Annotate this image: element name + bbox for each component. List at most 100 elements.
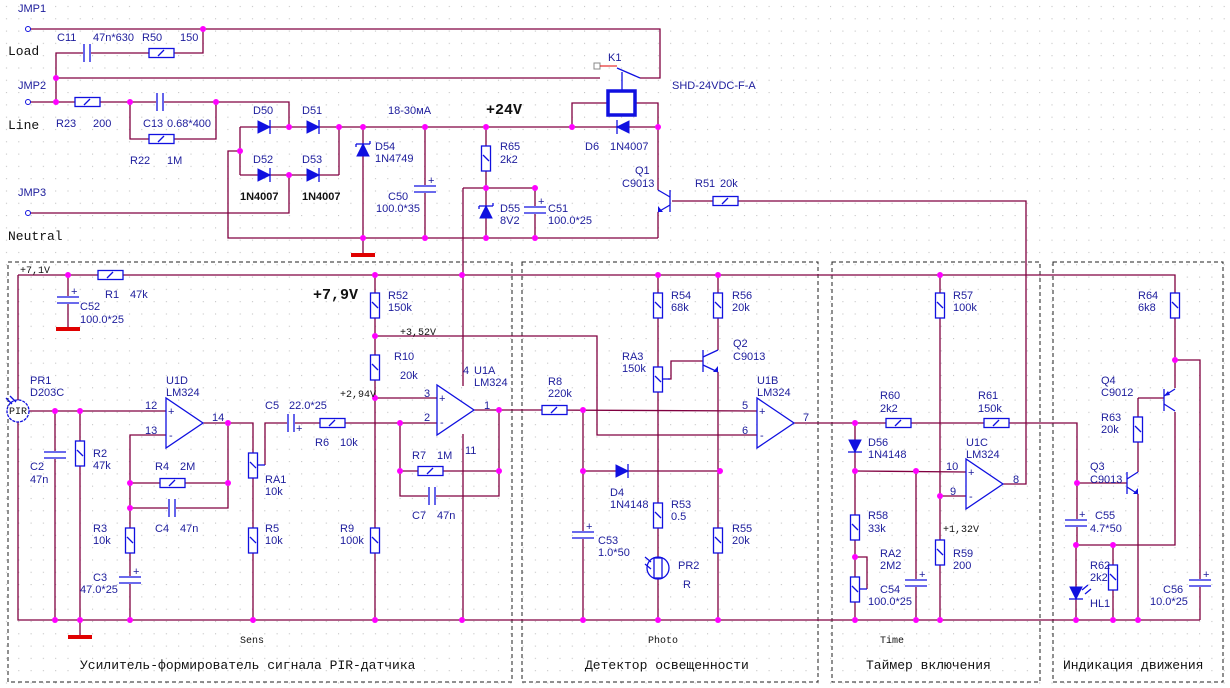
- q1-ref-label: Q1: [635, 165, 650, 177]
- r5-value-label: 10k: [265, 535, 283, 547]
- q3-value-label: C9013: [1090, 474, 1122, 486]
- r57-resistor: [934, 292, 946, 319]
- u1a-pins-2-label: 1: [484, 400, 490, 412]
- r51-resistor: [712, 195, 739, 207]
- pr2-value-label: R: [683, 579, 691, 591]
- q2-ref-label: Q2: [733, 338, 748, 350]
- svg-text:+: +: [296, 423, 302, 435]
- r1-resistor: [97, 269, 124, 281]
- junction-dot: [532, 235, 538, 241]
- r50-resistor: [148, 47, 175, 59]
- junction-dot: [213, 99, 219, 105]
- r59-value-label: 200: [953, 560, 971, 572]
- c13-value-label: 0.68*400: [167, 118, 211, 130]
- junction-dot: [77, 617, 83, 623]
- r61-value-label: 150k: [978, 403, 1002, 415]
- r55-resistor: [712, 527, 724, 554]
- r56-ref-label: R56: [732, 290, 752, 302]
- r65-resistor: [480, 145, 492, 172]
- c4-value-label: 47n: [180, 523, 198, 535]
- r52-value-label: 150k: [388, 302, 412, 314]
- c5-ref-label: C5: [265, 400, 279, 412]
- junction-dot: [715, 272, 721, 278]
- junction-dot: [422, 235, 428, 241]
- junction-dot: [655, 617, 661, 623]
- junction-dot: [127, 480, 133, 486]
- r2-resistor: [74, 440, 86, 467]
- junction-dot: [496, 407, 502, 413]
- r61-resistor: [983, 417, 1010, 429]
- r64-value-label: 6k8: [1138, 302, 1156, 314]
- r56-resistor: [712, 292, 724, 319]
- r54-value-label: 68k: [671, 302, 689, 314]
- junction-dot: [483, 185, 489, 191]
- q2-value-label: C9013: [733, 351, 765, 363]
- c13-ref-label: C13: [143, 118, 163, 130]
- q4-value-label: C9012: [1101, 387, 1133, 399]
- u1a-pins-4-label: 11: [465, 445, 476, 457]
- nets-v132-label: +1,32V: [943, 525, 979, 536]
- r53-ref-label: R53: [671, 499, 691, 511]
- c3-ref-label: C3: [93, 572, 107, 584]
- u1b-value-label: LM324: [757, 387, 791, 399]
- c50-value-label: 100.0*35: [376, 203, 420, 215]
- svg-text:+: +: [71, 286, 77, 298]
- junction-dot: [913, 468, 919, 474]
- schematic-canvas: + + + + + + + + + + - + - + - + - PIR JMP1 Load JMP2 Line JMP…: [0, 0, 1230, 688]
- r55-value-label: 20k: [732, 535, 750, 547]
- connectors-jmp1-label: JMP1: [18, 3, 46, 15]
- r58-value-label: 33k: [868, 523, 886, 535]
- r63-value-label: 20k: [1101, 424, 1119, 436]
- junction-dot: [53, 75, 59, 81]
- r53-resistor: [652, 502, 664, 529]
- junction-dot: [1135, 617, 1141, 623]
- junction-dot: [336, 124, 342, 130]
- k1-ref-label: K1: [608, 52, 621, 64]
- r7-resistor: [417, 465, 444, 477]
- c56-ref-label: C56: [1163, 584, 1183, 596]
- c11-ref-label: C11: [57, 32, 76, 44]
- junction-dot: [1073, 542, 1079, 548]
- r51-ref-label: R51: [695, 178, 715, 190]
- r23-ref-label: R23: [56, 118, 76, 130]
- nets-v352-label: +3,52V: [400, 328, 436, 339]
- junction-dot: [852, 468, 858, 474]
- pr2-ref-label: PR2: [678, 560, 699, 572]
- u1a-value-label: LM324: [474, 377, 508, 389]
- q1-value-label: C9013: [622, 178, 654, 190]
- junction-dot: [569, 124, 575, 130]
- k1-value-label: SHD-24VDC-F-A: [672, 80, 756, 92]
- junction-dot: [127, 617, 133, 623]
- r10-value-label: 20k: [400, 370, 418, 382]
- c55-value-label: 4.7*50: [1090, 523, 1122, 535]
- svg-text:+: +: [1079, 509, 1085, 521]
- r5-resistor: [247, 527, 259, 554]
- c7-value-label: 47n: [437, 510, 455, 522]
- junction-dot: [200, 26, 206, 32]
- c56-value-label: 10.0*25: [1150, 596, 1188, 608]
- junction-dot: [225, 480, 231, 486]
- ra1-value-label: 10k: [265, 486, 283, 498]
- junction-dot: [580, 407, 586, 413]
- ra1-ref-label: RA1: [265, 474, 286, 486]
- junction-dot: [77, 408, 83, 414]
- d53-value-label: 1N4007: [302, 191, 341, 203]
- connectors-neutral-label: Neutral: [8, 229, 63, 244]
- svg-text:+: +: [759, 406, 765, 418]
- r60-ref-label: R60: [880, 390, 900, 402]
- junction-dot: [655, 272, 661, 278]
- c53-value-label: 1.0*50: [598, 547, 630, 559]
- junction-dot: [250, 617, 256, 623]
- svg-text:+: +: [1203, 569, 1209, 581]
- connectors-load-label: Load: [8, 44, 39, 59]
- c5-value-label: 22.0*25: [289, 400, 327, 412]
- junction-dot: [372, 272, 378, 278]
- junction-dot: [937, 617, 943, 623]
- u1b-pins-0-label: 5: [742, 400, 748, 412]
- junction-dot: [1172, 357, 1178, 363]
- c2-value-label: 47n: [30, 474, 48, 486]
- connectors-jmp3-label: JMP3: [18, 187, 46, 199]
- junction-dot: [937, 272, 943, 278]
- r4-resistor: [159, 477, 186, 489]
- svg-text:-: -: [969, 491, 973, 503]
